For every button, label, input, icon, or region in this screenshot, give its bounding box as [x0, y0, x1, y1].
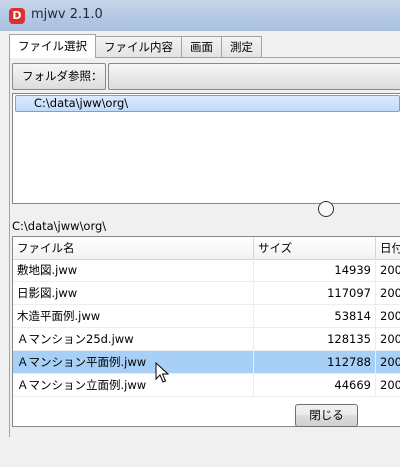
cell-filename: Ａマンション25d.jww	[13, 328, 254, 351]
table-row[interactable]: 敷地図.jww 14939 2008	[13, 259, 400, 282]
cell-date: 2008	[376, 282, 400, 305]
cell-date: 2008	[376, 328, 400, 351]
folder-list[interactable]: C:\data\jww\org\	[12, 93, 400, 204]
window-title: mjwv 2.1.0	[31, 7, 103, 22]
cell-filename: 木造平面例.jww	[13, 305, 254, 328]
folder-path-button[interactable]	[108, 63, 400, 90]
folder-list-item[interactable]: C:\data\jww\org\	[15, 95, 400, 112]
cell-filename: 日影図.jww	[13, 282, 254, 305]
app-icon[interactable]: D	[9, 8, 25, 24]
tab-bar: ファイル選択 ファイル内容 画面 測定	[9, 34, 262, 58]
cell-size: 14939	[254, 259, 376, 282]
table-row[interactable]: 日影図.jww 117097 2008	[13, 282, 400, 305]
cell-date: 2008	[376, 259, 400, 282]
cell-size: 53814	[254, 305, 376, 328]
tab-screen[interactable]: 画面	[182, 36, 222, 57]
cell-size: 44669	[254, 374, 376, 397]
cell-filename: Ａマンション立面例.jww	[13, 374, 254, 397]
file-table[interactable]: ファイル名 サイズ 日付 敷地図.jww 14939 2008 日影図.jww …	[12, 236, 400, 427]
splitter-handle[interactable]	[318, 201, 334, 217]
column-header-date[interactable]: 日付	[376, 237, 400, 259]
table-row[interactable]: Ａマンション立面例.jww 44669 2008	[13, 374, 400, 397]
folder-browse-row: フォルダ参照：	[12, 63, 400, 90]
current-path-label: C:\data\jww\org\	[12, 219, 107, 233]
tab-file-content[interactable]: ファイル内容	[96, 36, 182, 57]
cell-size: 117097	[254, 282, 376, 305]
bottom-bar	[0, 428, 400, 467]
table-row[interactable]: 木造平面例.jww 53814 2008	[13, 305, 400, 328]
table-header: ファイル名 サイズ 日付	[13, 237, 400, 260]
table-row[interactable]: Ａマンション25d.jww 128135 2008	[13, 328, 400, 351]
column-header-size[interactable]: サイズ	[254, 237, 376, 259]
cell-date: 2008	[376, 305, 400, 328]
table-row-selected[interactable]: Ａマンション平面例.jww 112788 2008	[13, 351, 400, 374]
folder-browse-button[interactable]: フォルダ参照：	[12, 63, 106, 90]
tab-file-select[interactable]: ファイル選択	[9, 34, 96, 58]
cell-size: 112788	[254, 351, 376, 374]
cell-size: 128135	[254, 328, 376, 351]
column-header-filename[interactable]: ファイル名	[13, 237, 254, 259]
cell-date: 2008	[376, 374, 400, 397]
tab-panel: フォルダ参照： C:\data\jww\org\ C:\data\jww\org…	[9, 57, 400, 437]
main-window: ファイル選択 ファイル内容 画面 測定 フォルダ参照： C:\data\jww\…	[0, 31, 400, 437]
cell-filename: 敷地図.jww	[13, 259, 254, 282]
title-bar: D mjwv 2.1.0	[0, 0, 400, 32]
cell-date: 2008	[376, 351, 400, 374]
cell-filename: Ａマンション平面例.jww	[13, 351, 254, 374]
close-button[interactable]: 閉じる	[295, 404, 358, 427]
mouse-cursor-icon	[155, 362, 169, 383]
tab-measure[interactable]: 測定	[222, 36, 262, 57]
